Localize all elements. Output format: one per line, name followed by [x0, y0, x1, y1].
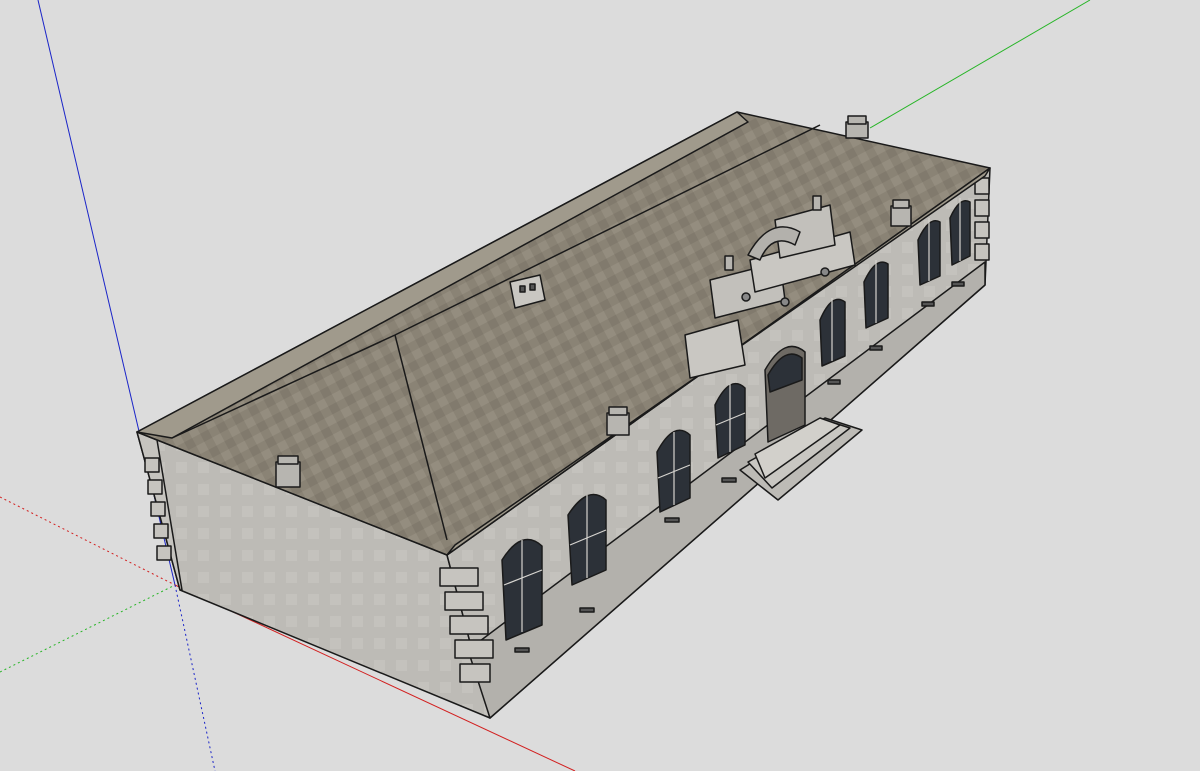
red-axis-dotted	[0, 496, 176, 586]
green-axis-dotted	[0, 584, 176, 673]
green-axis	[869, 0, 1091, 129]
3d-viewport[interactable]	[0, 0, 1200, 771]
blue-axis-dotted	[174, 584, 216, 771]
